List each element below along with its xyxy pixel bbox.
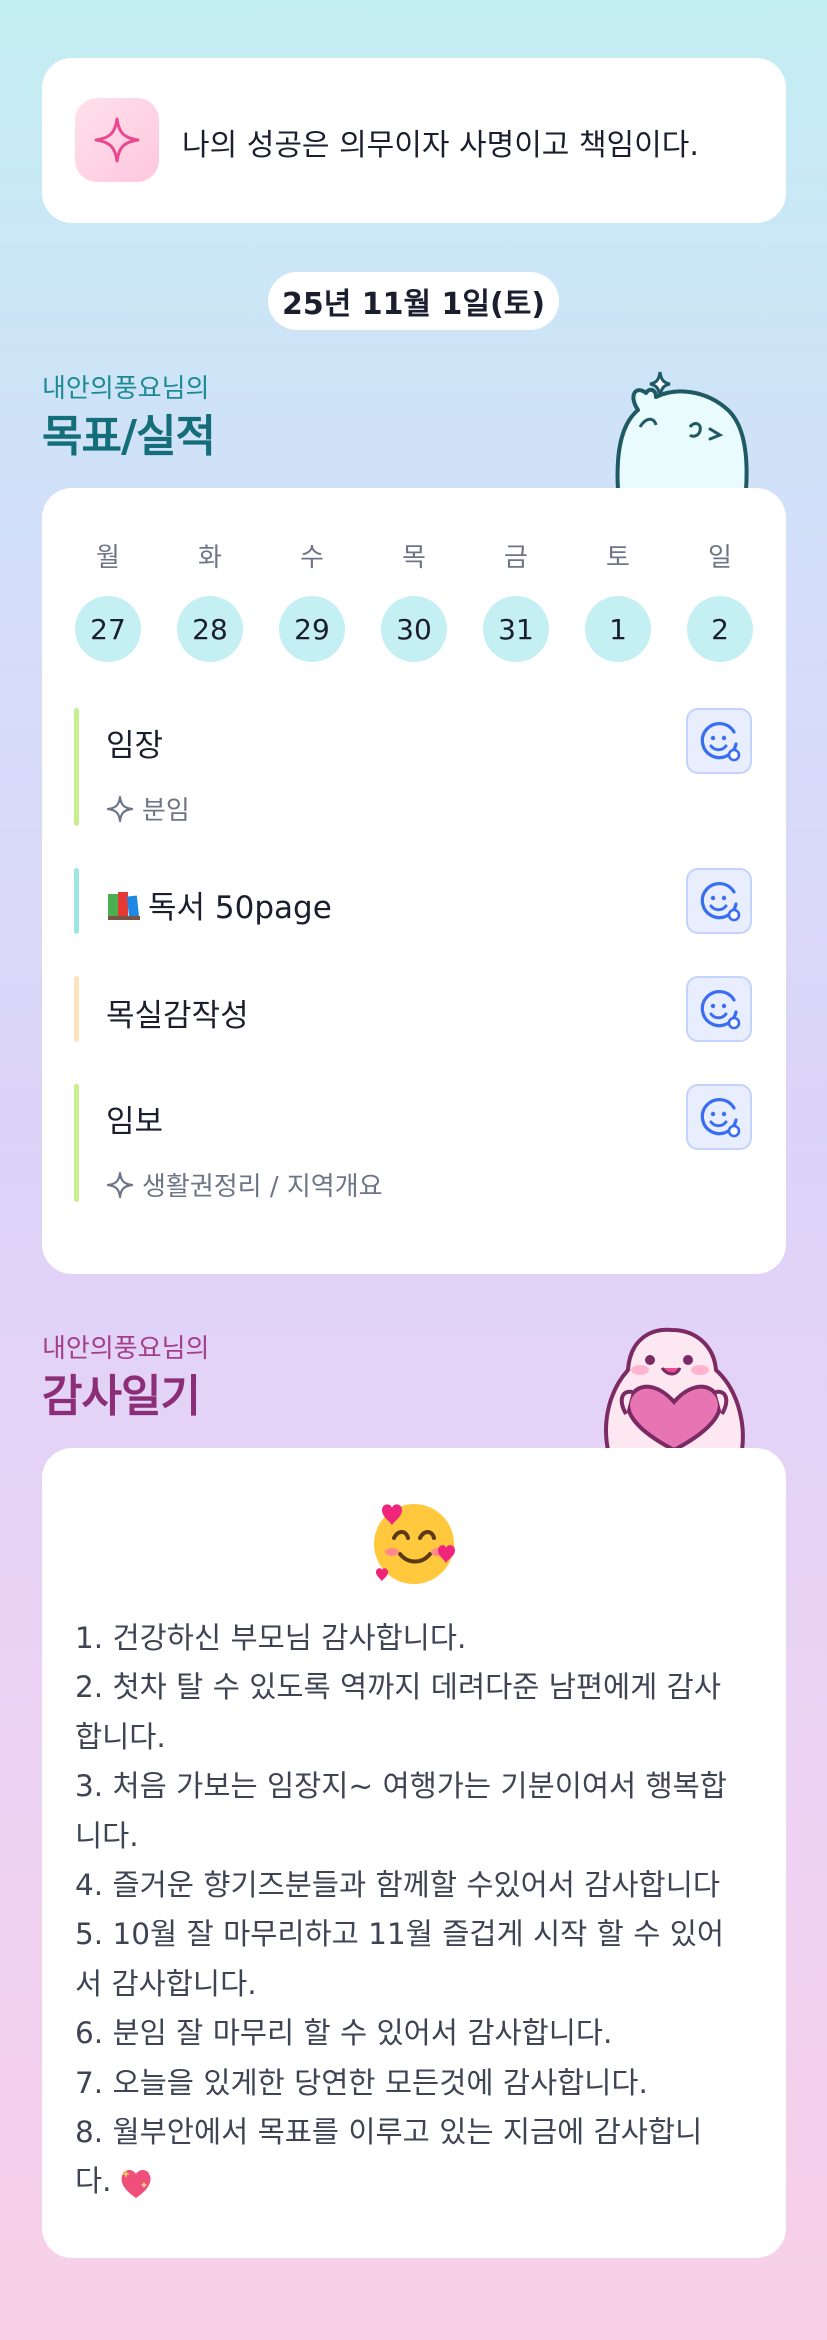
goal-reaction-button[interactable] xyxy=(686,1084,752,1150)
goal-subtask: 생활권정리 / 지역개요 xyxy=(106,1166,383,1203)
books-icon xyxy=(108,891,140,920)
quote-text: 나의 성공은 의무이자 사명이고 책임이다. xyxy=(182,128,699,163)
calendar-day[interactable]: 27 xyxy=(75,596,141,662)
gratitude-line: 8. 월부안에서 목표를 이루고 있는 지금에 감사합니 xyxy=(75,2115,703,2149)
calendar-day[interactable]: 30 xyxy=(381,596,447,662)
goal-name: 임보 xyxy=(106,1104,164,1140)
sparkling-heart-icon xyxy=(121,2170,151,2198)
goal-bar xyxy=(74,976,79,1042)
smile-icon xyxy=(700,990,741,1030)
gratitude-line: 1. 건강하신 부모님 감사합니다. xyxy=(75,1621,467,1655)
gratitude-line: 4. 즐거운 향기즈분들과 함께할 수있어서 감사합니다 xyxy=(75,1868,720,1902)
calendar-day[interactable]: 1 xyxy=(585,596,651,662)
goal-name: 임장 xyxy=(106,728,164,764)
calendar-day[interactable]: 29 xyxy=(279,596,345,662)
calendar-day[interactable]: 2 xyxy=(687,596,753,662)
gratitude-line: 니다. xyxy=(75,1818,139,1853)
goal-name: 독서 50page xyxy=(148,890,332,926)
weekday-label: 일 xyxy=(708,543,732,573)
weekday-label: 화 xyxy=(198,543,222,573)
goal-name: 목실감작성 xyxy=(106,998,249,1034)
gratitude-mascot-illustration xyxy=(604,1327,745,1450)
gratitude-line: 합니다. xyxy=(75,1719,166,1754)
goal-name-row: 독서 50page xyxy=(106,882,332,927)
quote-card: 나의 성공은 의무이자 사명이고 책임이다. xyxy=(42,58,786,223)
goal-subtask: 분임 xyxy=(106,790,190,827)
gratitude-title: 감사일기 xyxy=(42,1371,201,1422)
smile-icon xyxy=(700,722,741,762)
gratitude-line: 7. 오늘을 있게한 당연한 모든것에 감사합니다. xyxy=(75,2065,648,2100)
weekday-label: 토 xyxy=(606,543,630,573)
goal-subtask-label: 분임 xyxy=(142,796,190,826)
sparkle-icon xyxy=(106,795,134,822)
sparkle-icon xyxy=(106,1171,134,1198)
calendar-day[interactable]: 28 xyxy=(177,596,243,662)
goal-reaction-button[interactable] xyxy=(686,708,752,774)
goal-mascot-illustration xyxy=(615,371,749,490)
goal-bar xyxy=(74,868,79,934)
goal-bar xyxy=(74,708,79,826)
sparkle-icon xyxy=(75,98,159,182)
gratitude-line: 서 감사합니다. xyxy=(75,1966,257,2001)
gratitude-line: 3. 처음 가보는 임장지~ 여행가는 기분이여서 행복합 xyxy=(75,1769,727,1804)
weekday-label: 목 xyxy=(402,543,426,573)
gratitude-line: 2. 첫차 탈 수 있도록 역까지 데려다준 남편에게 감사 xyxy=(75,1670,721,1705)
goal-subtask-label: 생활권정리 / 지역개요 xyxy=(142,1172,383,1202)
gratitude-line: 5. 10월 잘 마무리하고 11월 즐겁게 시작 할 수 있어 xyxy=(75,1917,724,1952)
date-pill[interactable]: 25년 11월 1일(토) xyxy=(268,272,559,330)
goal-bar xyxy=(74,1084,79,1202)
smile-icon xyxy=(700,882,741,922)
goal-reaction-button[interactable] xyxy=(686,868,752,934)
gratitude-line: 다. xyxy=(75,2164,112,2199)
goal-reaction-button[interactable] xyxy=(686,976,752,1042)
goals-title: 목표/실적 xyxy=(42,411,216,462)
smiling-face-with-hearts-icon xyxy=(374,1504,455,1584)
gratitude-line: 6. 분임 잘 마무리 할 수 있어서 감사합니다. xyxy=(75,2016,613,2051)
weekday-label: 수 xyxy=(300,543,324,573)
weekday-label: 월 xyxy=(96,543,120,573)
smile-icon xyxy=(700,1098,741,1138)
weekday-label: 금 xyxy=(504,543,528,573)
calendar-day[interactable]: 31 xyxy=(483,596,549,662)
